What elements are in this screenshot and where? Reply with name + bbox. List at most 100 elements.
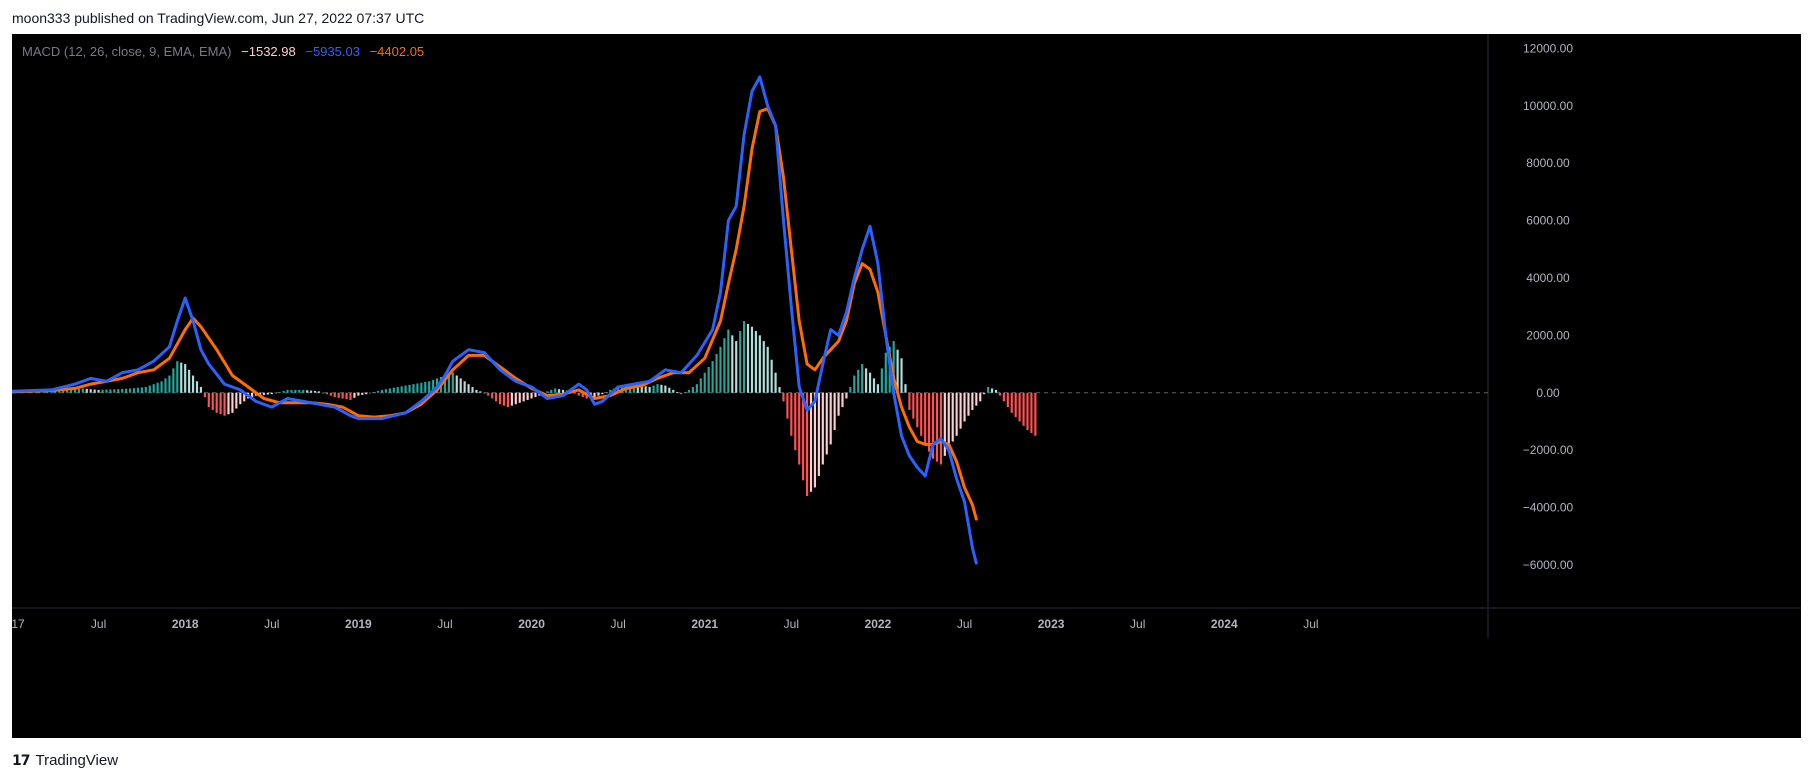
histogram-bar (388, 388, 391, 393)
histogram-bar (739, 331, 742, 393)
histogram-bar (128, 388, 132, 393)
histogram-bar (711, 361, 714, 393)
histogram-bar (601, 392, 604, 395)
histogram-bar (983, 392, 986, 395)
histogram-bar (428, 381, 431, 393)
histogram-bar (1022, 392, 1025, 426)
histogram-bar (967, 392, 970, 416)
histogram-bar (325, 392, 328, 395)
histogram-bar (172, 368, 175, 393)
histogram-bar (1030, 392, 1033, 433)
histogram-bar (664, 385, 667, 393)
histogram-bar (1018, 392, 1021, 422)
histogram-bar (357, 392, 360, 396)
brand-name: TradingView (35, 752, 119, 769)
x-tick-label: Jul (957, 617, 972, 631)
histogram-bar (719, 346, 722, 393)
histogram-bar (794, 392, 797, 451)
histogram-bar (573, 392, 576, 394)
chart-canvas[interactable]: −6000.00 −4000.00 −2000.00 0.00 2000.00 4000.… (12, 34, 1801, 738)
tradingview-logo-icon: 17 (12, 752, 31, 769)
histogram-bar (770, 359, 773, 393)
macd-line (12, 75, 978, 565)
histogram-bar (837, 392, 840, 416)
signal-line (12, 107, 978, 521)
x-tick-label: Jul (784, 617, 799, 631)
histogram-bar (829, 392, 832, 445)
legend-histogram-value: −1532.98 (241, 44, 296, 59)
histogram-bar (345, 392, 348, 400)
publisher-caption: moon333 published on TradingView.com, Ju… (12, 10, 425, 26)
y-tick-label: 12000.00 (1523, 41, 1573, 55)
histogram-bar (865, 368, 868, 393)
histogram-bar (160, 381, 163, 393)
histogram-bar (912, 392, 915, 419)
histogram-bar (746, 323, 750, 393)
histogram-bar (294, 389, 297, 393)
y-tick-label: −4000.00 (1523, 501, 1574, 515)
histogram-bar (660, 384, 663, 393)
histogram-bar (652, 385, 655, 393)
histogram-bar (872, 378, 876, 393)
histogram-bar (971, 392, 974, 410)
histogram-bar (703, 372, 706, 393)
histogram-bar (904, 384, 907, 393)
histogram-bar (900, 358, 903, 393)
histogram-bar (121, 388, 124, 393)
histogram-bar (735, 341, 738, 393)
histogram-bar (683, 392, 687, 393)
x-tick-label: Jul (91, 617, 106, 631)
histogram-bar (274, 392, 277, 394)
histogram-bar (534, 392, 537, 398)
histogram-bar (282, 390, 285, 393)
y-tick-label: 0.00 (1536, 386, 1560, 400)
histogram-bar (758, 335, 761, 393)
histogram-bar (310, 390, 313, 393)
histogram-bar (317, 391, 321, 393)
x-tick-label: Jul (1303, 617, 1318, 631)
histogram-bar (365, 392, 368, 395)
macd-chart[interactable]: −6000.00 −4000.00 −2000.00 0.00 2000.00 4000.… (12, 34, 1801, 738)
histogram-bar (546, 391, 549, 393)
x-tick-label: Jul (437, 617, 452, 631)
histogram-bar (487, 392, 490, 396)
tradingview-brand[interactable]: 17 TradingView (12, 752, 118, 769)
histogram-bar (483, 392, 486, 394)
histogram-bar (89, 389, 92, 393)
histogram-bar (109, 389, 112, 393)
histogram-bar (782, 392, 785, 402)
histogram-bar (680, 392, 683, 395)
histogram-bar (1014, 392, 1017, 418)
histogram-bar (695, 384, 698, 393)
histogram-bar (605, 392, 608, 393)
histogram-bar (451, 372, 454, 393)
histogram-bar (286, 389, 289, 393)
histogram-bar (125, 388, 128, 393)
y-tick-label: 6000.00 (1526, 214, 1570, 228)
histogram-bar (97, 389, 100, 393)
histogram-bar (298, 389, 301, 393)
histogram-bar (955, 392, 958, 436)
histogram-bar (754, 331, 757, 393)
histogram-bar (207, 392, 210, 408)
histogram-bar (420, 382, 423, 393)
histogram-bar (223, 392, 226, 416)
histogram-bar (577, 392, 580, 396)
histogram-bar (743, 321, 746, 393)
histogram-bar (278, 392, 281, 393)
x-tick-label: 2024 (1211, 617, 1238, 631)
histogram-bar (502, 392, 506, 406)
histogram-bar (85, 388, 88, 393)
histogram-bar (861, 364, 864, 393)
histogram-bar (353, 392, 356, 398)
histogram-bar (144, 387, 147, 393)
histogram-bar (656, 384, 659, 393)
histogram-bar (361, 392, 364, 395)
y-tick-label: 4000.00 (1526, 271, 1570, 285)
histogram-bar (802, 392, 805, 481)
histogram-bar (990, 388, 994, 393)
histogram-bar (321, 392, 325, 394)
histogram-bar (857, 369, 860, 393)
histogram-bar (168, 375, 171, 393)
histogram-bar (1026, 392, 1029, 431)
